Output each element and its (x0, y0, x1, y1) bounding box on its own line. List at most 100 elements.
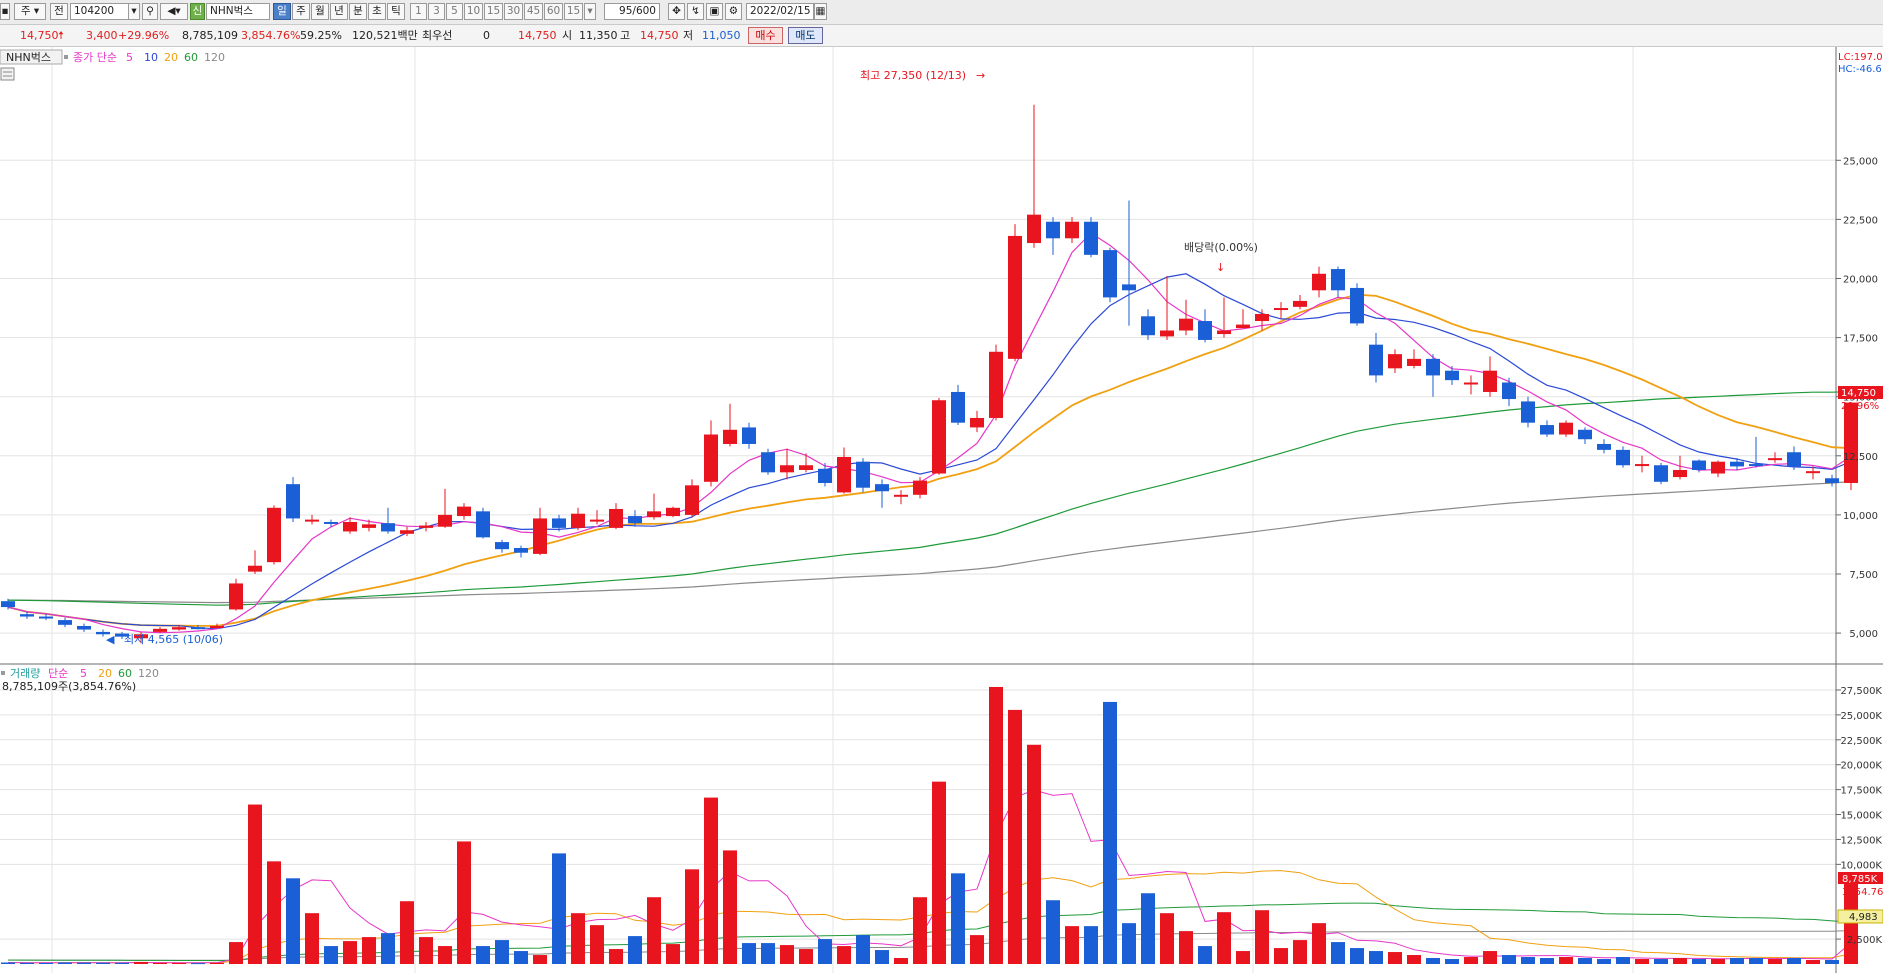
candle-body (58, 620, 72, 625)
interval-1[interactable]: 1 (410, 3, 427, 20)
tab-second[interactable]: 초 (368, 3, 386, 20)
interval-45[interactable]: 45 (524, 3, 543, 20)
candle-body (1711, 461, 1725, 474)
candle-body (20, 614, 34, 617)
code-dropdown-icon[interactable]: ▾ (128, 3, 140, 20)
tab-minute[interactable]: 분 (349, 3, 367, 20)
volume-bar (1369, 951, 1383, 964)
volume-bar (1616, 957, 1630, 964)
volume-bar (1426, 958, 1440, 964)
candle-body (495, 542, 509, 550)
volume-bar (1464, 957, 1478, 964)
candle-body (1293, 300, 1307, 307)
interval-5[interactable]: 5 (446, 3, 463, 20)
volume-bar (229, 942, 243, 964)
volume-bar (761, 943, 775, 964)
interval-15[interactable]: 15 (484, 3, 503, 20)
interval-10[interactable]: 10 (464, 3, 483, 20)
volume-bar (20, 962, 34, 964)
volume-value: 8,785,109 (182, 29, 238, 42)
price-tick-label: 17,500 (1843, 334, 1878, 345)
crosshair-icon[interactable]: ✥ (668, 3, 685, 20)
chart-type-icon[interactable]: ↯ (687, 3, 704, 20)
volume-bar (1293, 940, 1307, 964)
candle-body (970, 417, 984, 428)
speaker-icon[interactable]: ◀▾ (160, 3, 188, 20)
volume-ma-title: 단순 (48, 667, 68, 680)
chart-area[interactable]: NHN벅스 종가 단순 5 10 20 60 120 최고 27,350 (12… (0, 47, 1883, 973)
volume-bar (153, 962, 167, 964)
candle-body (1464, 382, 1478, 385)
trade-amount: 120,521백만 (352, 29, 418, 42)
vol-ma120-label: 120 (138, 667, 159, 680)
candle-body (362, 524, 376, 528)
gear-icon[interactable]: ⚙ (725, 3, 742, 20)
buy-button[interactable]: 매수 (748, 27, 783, 44)
candle-body (1179, 318, 1193, 331)
volume-bar (324, 946, 338, 964)
volume-ratio: 3,854.76% (241, 29, 301, 42)
interval-dropdown-icon[interactable]: ▾ (584, 3, 596, 20)
calendar-icon[interactable]: ▦ (814, 3, 827, 20)
low-annotation: 최저 4,565 (10/06) (124, 633, 223, 646)
candle-body (989, 351, 1003, 418)
volume-bar (1749, 958, 1763, 964)
table-icon[interactable] (0, 67, 15, 81)
stock-code-input[interactable]: 104200 (70, 3, 130, 20)
volume-bar (609, 949, 623, 964)
candle-body (628, 516, 642, 524)
volume-bar (1768, 959, 1782, 964)
tab-monthly[interactable]: 월 (311, 3, 329, 20)
candle-body (856, 461, 870, 488)
interval-30[interactable]: 30 (504, 3, 523, 20)
stock-name-field[interactable]: NHN벅스 (206, 3, 270, 20)
candle-body (1236, 324, 1250, 329)
candle-body (1749, 464, 1763, 467)
volume-bar (875, 950, 889, 964)
tab-daily[interactable]: 일 (273, 3, 291, 20)
candle-body (913, 480, 927, 495)
tab-tick[interactable]: 틱 (387, 3, 405, 20)
tab-yearly[interactable]: 년 (330, 3, 348, 20)
candle-body (77, 625, 91, 630)
volume-bar (286, 878, 300, 964)
candle-body (951, 391, 965, 423)
volume-bar (514, 951, 528, 964)
candle-body (666, 507, 680, 517)
candle-body (1635, 464, 1649, 467)
count-field[interactable]: 95/600 (604, 3, 660, 20)
search-icon[interactable]: ⚲ (142, 3, 158, 20)
volume-bar (457, 841, 471, 964)
interval-60[interactable]: 60 (544, 3, 563, 20)
low-label: 저 (683, 29, 694, 42)
sell-button[interactable]: 매도 (788, 27, 823, 44)
market-select[interactable]: 주 ▾ (14, 3, 46, 20)
open-label: 시 (562, 29, 573, 42)
all-button[interactable]: 전 (50, 3, 68, 20)
candle-body (1825, 478, 1839, 483)
volume-bar (1217, 912, 1231, 964)
volume-tick-label: 15,000K (1840, 811, 1882, 822)
candle-body (1597, 443, 1611, 450)
candle-body (1065, 221, 1079, 239)
candle-body (1578, 429, 1592, 440)
candle-body (761, 452, 775, 473)
candle-body (1521, 401, 1535, 423)
candle-body (1673, 469, 1687, 478)
interval-3[interactable]: 3 (428, 3, 445, 20)
candle-body (324, 521, 338, 524)
volume-bar (1521, 957, 1535, 964)
volume-bar (818, 939, 832, 964)
candle-body (286, 484, 300, 519)
save-icon[interactable]: ▣ (706, 3, 723, 20)
volume-tick-label: 22,500K (1840, 736, 1882, 747)
interval-custom[interactable]: 15 (564, 3, 583, 20)
menu-icon[interactable]: ▪ (0, 3, 10, 20)
tab-weekly[interactable]: 주 (292, 3, 310, 20)
stock-name-tab[interactable]: NHN벅스 (6, 51, 51, 64)
vol-ma60-label: 60 (118, 667, 132, 680)
date-input[interactable]: 2022/02/15 (746, 3, 814, 20)
high-label: 고 (620, 29, 631, 42)
candle-body (723, 429, 737, 444)
volume-bar (1407, 955, 1421, 964)
